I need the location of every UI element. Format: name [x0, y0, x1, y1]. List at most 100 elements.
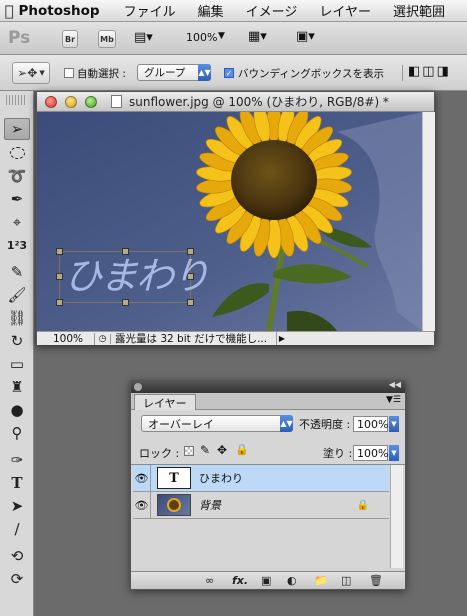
menu-image[interactable]: イメージ	[246, 1, 298, 20]
layers-panel-header[interactable]: ◀◀	[131, 380, 405, 393]
document-title-bar[interactable]: sunflower.jpg @ 100% (ひまわり, RGB/8#) *	[37, 92, 434, 112]
blur-tool-icon[interactable]: ●	[4, 399, 30, 421]
type-tool-icon[interactable]: T	[4, 472, 30, 494]
panel-menu-icon[interactable]: ▼☰	[386, 395, 401, 405]
opacity-field[interactable]: 100%	[353, 416, 388, 432]
zoom-dropdown-icon[interactable]: ▼	[218, 31, 225, 41]
ruler-count-tool-icon[interactable]: 1²3	[4, 234, 30, 256]
layers-scrollbar[interactable]	[390, 465, 403, 568]
menu-bar:  Photoshop ファイル 編集 イメージ レイヤー 選択範囲	[0, 0, 467, 22]
paint-bucket-tool-icon[interactable]: ♜	[4, 376, 30, 398]
bbox-handle[interactable]	[56, 299, 63, 306]
opacity-dropdown-icon[interactable]: ▼	[389, 416, 399, 432]
adjustment-layer-icon[interactable]: ◐	[287, 574, 297, 587]
layer-thumbnail-photo	[157, 494, 191, 516]
align-buttons-icon[interactable]: ◧◫◨	[408, 64, 451, 79]
delete-layer-icon[interactable]: 🗑	[369, 574, 383, 587]
vertical-scrollbar[interactable]	[422, 112, 435, 331]
tool-preset-picker[interactable]: ➢✥ ▼	[12, 62, 50, 84]
new-layer-icon[interactable]: ◫	[341, 574, 351, 587]
image-canvas[interactable]: ひまわり	[37, 112, 422, 331]
crop-tool-icon[interactable]: ⌖	[4, 211, 30, 233]
lock-pixels-icon[interactable]: ✎	[200, 443, 210, 457]
fill-dropdown-icon[interactable]: ▼	[389, 445, 399, 461]
document-proxy-icon[interactable]	[111, 95, 122, 108]
view-extras-icon[interactable]: ▤▾	[134, 30, 153, 45]
layer-name[interactable]: 背景	[199, 497, 221, 513]
lock-position-icon[interactable]: ✥	[217, 443, 227, 457]
toolbox-grip[interactable]	[6, 95, 27, 105]
3d-rotate-tool-icon[interactable]: ⟲	[4, 545, 30, 567]
lasso-tool-icon[interactable]: ➰	[4, 165, 30, 187]
menu-layer[interactable]: レイヤー	[319, 1, 371, 20]
dodge-tool-icon[interactable]: ⚲	[4, 422, 30, 444]
status-info-icon[interactable]: ◷	[95, 333, 111, 344]
transform-bounding-box[interactable]: ひまわり	[56, 248, 210, 306]
status-zoom-field[interactable]: 100%	[37, 332, 95, 345]
auto-select-mode-value: グループ	[144, 67, 186, 79]
select-stepper-icon: ▲▼	[280, 415, 293, 432]
tab-layers[interactable]: レイヤー	[134, 394, 196, 410]
close-icon[interactable]	[45, 96, 57, 108]
new-group-icon[interactable]: 📁	[314, 574, 328, 587]
minimize-icon[interactable]	[65, 96, 77, 108]
bbox-handle[interactable]	[56, 273, 63, 280]
link-layers-icon[interactable]: ∞	[205, 574, 214, 587]
application-bar: Ps Br Mb ▤▾ 100% ▼ ▦▾ ▣▾	[0, 22, 467, 55]
history-brush-tool-icon[interactable]: ↻	[4, 330, 30, 352]
auto-select-mode-select[interactable]: グループ ▲▼	[137, 64, 211, 81]
panel-close-icon[interactable]	[134, 383, 142, 391]
3d-orbit-tool-icon[interactable]: ⟳	[4, 568, 30, 590]
bounding-box-checkbox[interactable]: ✓	[224, 68, 234, 78]
photoshop-logo: Ps	[8, 28, 31, 48]
quick-selection-tool-icon[interactable]: ✒	[4, 188, 30, 210]
tools-panel: ➢ ➰ ✒ ⌖ 1²3 ✎ 🖌 ⛓ ↻ ▭ ♜ ● ⚲ ✑ T ➤ ∕ ⟲ ⟳	[0, 91, 34, 616]
move-tool-icon[interactable]: ➢	[4, 118, 30, 140]
eraser-tool-icon[interactable]: ▭	[4, 353, 30, 375]
document-title: sunflower.jpg @ 100% (ひまわり, RGB/8#) *	[129, 95, 389, 109]
canvas-text-layer: ひまわり	[64, 254, 210, 298]
menu-select[interactable]: 選択範囲	[393, 1, 445, 20]
mini-bridge-button[interactable]: Mb	[98, 30, 116, 48]
apple-icon[interactable]: 	[0, 2, 18, 20]
lock-transparency-icon[interactable]	[184, 446, 194, 456]
opacity-label: 不透明度 :	[299, 418, 351, 431]
lock-all-icon[interactable]: 🔒	[235, 443, 249, 456]
fill-field[interactable]: 100%	[353, 445, 388, 461]
menu-file[interactable]: ファイル	[124, 1, 176, 20]
layer-row-text[interactable]: 👁 T ひまわり	[133, 464, 389, 492]
fill-label: 塗り :	[323, 447, 353, 460]
visibility-eye-icon[interactable]: 👁	[133, 464, 151, 492]
line-tool-icon[interactable]: ∕	[4, 518, 30, 540]
bridge-button[interactable]: Br	[62, 30, 78, 48]
zoom-window-icon[interactable]	[85, 96, 97, 108]
path-selection-tool-icon[interactable]: ➤	[4, 495, 30, 517]
marquee-tool-icon[interactable]	[4, 142, 30, 164]
auto-select-checkbox[interactable]	[64, 68, 74, 78]
clone-stamp-tool-icon[interactable]: ⛓	[4, 307, 30, 329]
blend-mode-select[interactable]: オーバーレイ ▲▼	[141, 415, 293, 432]
arrange-documents-icon[interactable]: ▦▾	[248, 29, 267, 44]
bbox-handle[interactable]	[56, 248, 63, 255]
pen-tool-icon[interactable]: ✑	[4, 449, 30, 471]
sunflower-disk	[231, 140, 317, 220]
screen-mode-icon[interactable]: ▣▾	[296, 29, 315, 44]
layer-name[interactable]: ひまわり	[199, 470, 243, 486]
visibility-eye-icon[interactable]: 👁	[133, 491, 151, 519]
document-status-bar: 100% ◷ 露光量は 32 bit だけで機能し... ▶	[37, 331, 434, 345]
status-info-text: 露光量は 32 bit だけで機能し...	[111, 332, 277, 345]
status-arrow-icon[interactable]: ▶	[277, 334, 287, 343]
menu-app-name[interactable]: Photoshop	[18, 3, 99, 19]
brush-tool-icon[interactable]: 🖌	[4, 284, 30, 306]
layer-style-button[interactable]: fx.	[232, 574, 248, 587]
panel-collapse-icon[interactable]: ◀◀	[389, 380, 401, 389]
layer-row-background[interactable]: 👁 背景 🔒	[133, 491, 389, 519]
add-mask-icon[interactable]: ▣	[261, 574, 271, 587]
menu-edit[interactable]: 編集	[198, 1, 224, 20]
healing-brush-tool-icon[interactable]: ✎	[4, 261, 30, 283]
options-divider	[402, 65, 403, 81]
layers-panel: ◀◀ レイヤー ▼☰ オーバーレイ ▲▼ 不透明度 : 100% ▼ ロック : …	[130, 380, 406, 590]
zoom-level[interactable]: 100%	[186, 31, 217, 44]
layers-tab-row: レイヤー ▼☰	[131, 393, 405, 410]
layer-locked-icon: 🔒	[356, 499, 369, 511]
